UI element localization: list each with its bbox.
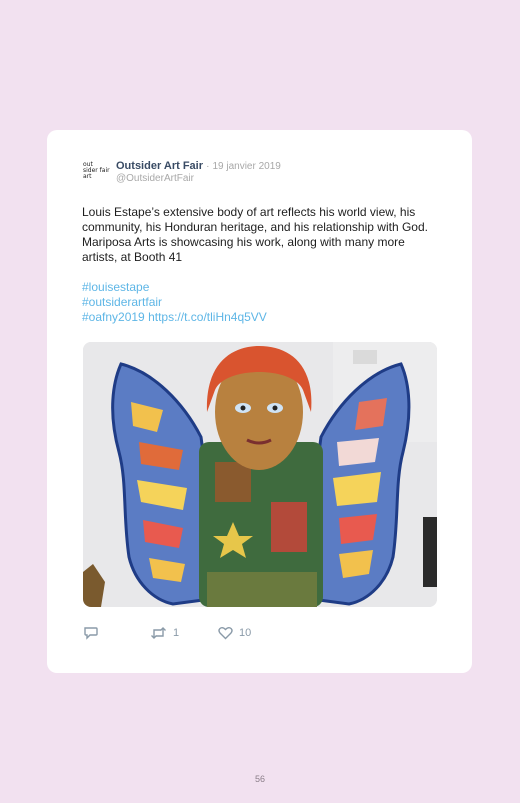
tweet-card: out sider fair art Outsider Art Fair · 1…	[47, 130, 472, 673]
heart-icon	[218, 627, 233, 640]
tweet-url-link[interactable]: https://t.co/tliHn4q5VV	[148, 310, 267, 324]
separator: ·	[206, 161, 210, 172]
hashtag-link[interactable]: #louisestape	[82, 280, 267, 295]
reply-button[interactable]	[83, 626, 99, 640]
tweet-actions: 1 10	[83, 626, 383, 646]
author-handle[interactable]: @OutsiderArtFair	[116, 173, 194, 184]
like-button[interactable]: 10	[218, 626, 251, 640]
author-name[interactable]: Outsider Art Fair	[116, 160, 203, 172]
avatar[interactable]: out sider fair art	[83, 162, 113, 186]
hashtag-link[interactable]: #outsiderartfair	[82, 295, 267, 310]
retweet-icon	[151, 627, 166, 639]
tweet-hashtags: #louisestape #outsiderartfair #oafny2019…	[82, 280, 267, 325]
artwork-image	[83, 342, 437, 607]
retweet-button[interactable]: 1	[150, 626, 179, 640]
retweet-count: 1	[173, 627, 180, 639]
hashtag-link[interactable]: #oafny2019	[82, 310, 145, 324]
like-count: 10	[239, 627, 252, 639]
avatar-text-line: art	[83, 173, 92, 180]
tweet-text: Louis Estape’s extensive body of art ref…	[82, 205, 428, 264]
tweet-date[interactable]: 19 janvier 2019	[212, 161, 280, 172]
tweet-photo[interactable]	[83, 342, 437, 607]
author-line: Outsider Art Fair · 19 janvier 2019	[116, 160, 281, 172]
reply-icon	[84, 627, 98, 640]
page-number: 56	[254, 774, 265, 784]
